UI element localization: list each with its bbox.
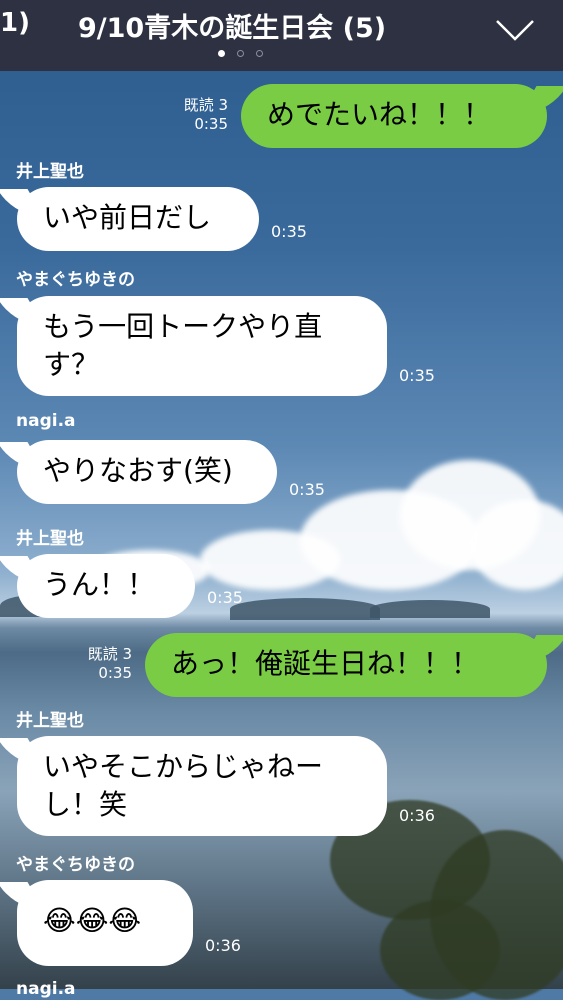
received-message-bubble[interactable]: 😂😂😂 xyxy=(17,880,193,966)
sender-name: やまぐちゆきの xyxy=(16,855,135,875)
page-dot xyxy=(256,50,263,57)
received-message-bubble[interactable]: いや前日だし xyxy=(17,187,259,251)
sender-name: nagi.a xyxy=(16,411,76,431)
sender-name: nagi.a xyxy=(16,979,76,999)
page-dot xyxy=(237,50,244,57)
message-time: 0:35 xyxy=(207,588,243,607)
message-text: いや前日だし xyxy=(43,201,212,234)
message-time: 0:35 xyxy=(289,480,325,499)
message-text: もう一回トークやり直す？ xyxy=(43,310,323,381)
message-text: 😂😂😂 xyxy=(43,904,142,937)
message-time: 0:36 xyxy=(399,806,435,825)
sender-name: やまぐちゆきの xyxy=(16,270,135,290)
message-text: いやそこからじゃねーし！笑 xyxy=(43,750,324,821)
sender-name: 井上聖也 xyxy=(16,162,84,182)
message-text: うん！！ xyxy=(43,568,156,601)
message-time: 0:35 xyxy=(271,222,307,241)
chat-header: 1) 9/10青木の誕生日会 (5) xyxy=(0,0,563,71)
chevron-down-icon[interactable] xyxy=(495,18,535,42)
sender-name: 井上聖也 xyxy=(16,529,84,549)
read-receipt: 既読 3 0:35 xyxy=(183,96,228,133)
back-button[interactable]: 1) xyxy=(0,8,30,38)
message-time: 0:35 xyxy=(399,366,435,385)
message-text: あっ！俺誕生日ね！！！ xyxy=(171,647,480,680)
sent-message-bubble[interactable]: あっ！俺誕生日ね！！！ xyxy=(145,633,547,697)
page-indicator xyxy=(218,50,263,57)
message-text: やりなおす(笑) xyxy=(43,454,233,487)
read-receipt: 既読 3 0:35 xyxy=(87,645,132,682)
sender-name: 井上聖也 xyxy=(16,711,84,731)
received-message-bubble[interactable]: いやそこからじゃねーし！笑 xyxy=(17,736,387,836)
chat-title[interactable]: 9/10青木の誕生日会 (5) xyxy=(78,6,386,45)
sent-message-bubble[interactable]: めでたいね！！！ xyxy=(241,84,547,148)
message-time: 0:36 xyxy=(205,936,241,955)
received-message-bubble[interactable]: うん！！ xyxy=(17,554,195,618)
page-dot xyxy=(218,50,225,57)
received-message-bubble[interactable]: やりなおす(笑) xyxy=(17,440,277,504)
received-message-bubble[interactable]: もう一回トークやり直す？ xyxy=(17,296,387,396)
message-text: めでたいね！！！ xyxy=(267,98,492,131)
